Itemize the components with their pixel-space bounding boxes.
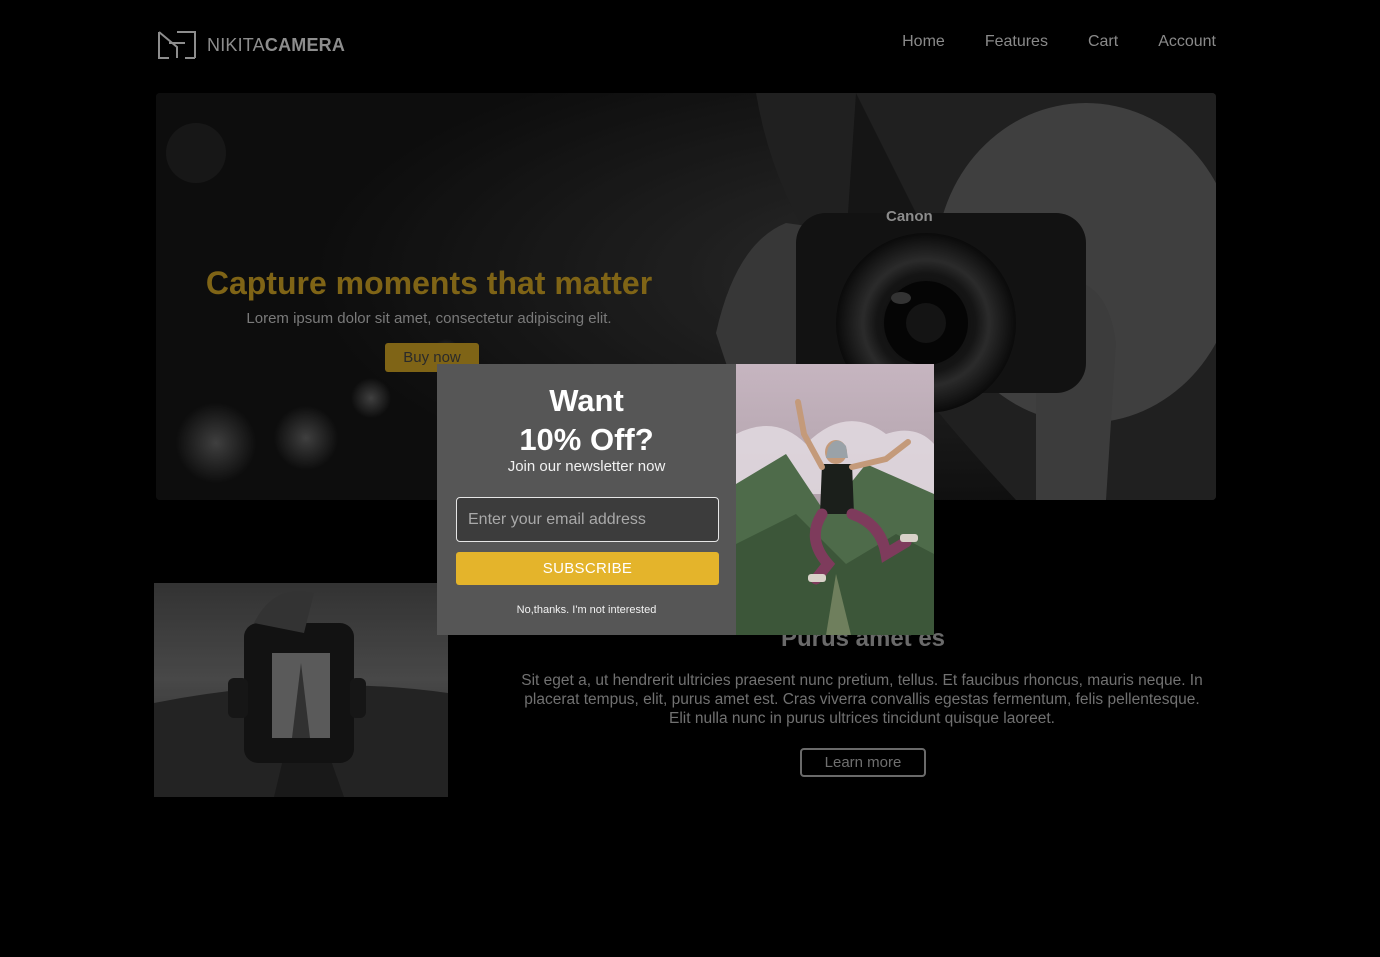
modal-title-line-1: Want	[549, 383, 624, 418]
section-body-text: Sit eget a, ut hendrerit ultricies praes…	[521, 672, 1203, 727]
modal-photo-art	[736, 364, 934, 635]
logo-text-bold: CAMERA	[264, 34, 346, 55]
logo-text: NIKITACAMERA	[207, 35, 345, 56]
decline-link[interactable]: No,thanks. I'm not interested	[437, 604, 736, 616]
modal-title-line-2: 10% Off?	[519, 422, 654, 457]
logo-mark-icon	[158, 31, 196, 59]
newsletter-modal: Want 10% Off? Join our newsletter now SU…	[437, 364, 934, 635]
modal-photo	[736, 364, 934, 635]
nav-account[interactable]: Account	[1158, 33, 1216, 51]
learn-more-button[interactable]: Learn more	[800, 748, 926, 777]
email-input[interactable]	[456, 497, 719, 542]
section-photo	[154, 583, 448, 797]
nav-home[interactable]: Home	[902, 33, 945, 51]
main-nav: Home Features Cart Account	[902, 33, 1216, 51]
nav-cart[interactable]: Cart	[1088, 33, 1118, 51]
modal-form-panel: Want 10% Off? Join our newsletter now SU…	[437, 364, 736, 635]
logo[interactable]: NIKITACAMERA	[157, 29, 345, 61]
hero-title: Capture moments that matter	[205, 265, 653, 301]
page: NIKITACAMERA Home Features Cart Account	[0, 0, 1380, 957]
modal-subtitle: Join our newsletter now	[507, 458, 666, 475]
section-photo-art	[154, 583, 448, 797]
modal-title: Want 10% Off?	[437, 381, 736, 459]
hero-subtitle: Lorem ipsum dolor sit amet, consectetur …	[246, 310, 612, 327]
logo-text-light: NIKITA	[207, 34, 265, 55]
nav-features[interactable]: Features	[985, 33, 1048, 51]
subscribe-button[interactable]: SUBSCRIBE	[456, 552, 719, 585]
